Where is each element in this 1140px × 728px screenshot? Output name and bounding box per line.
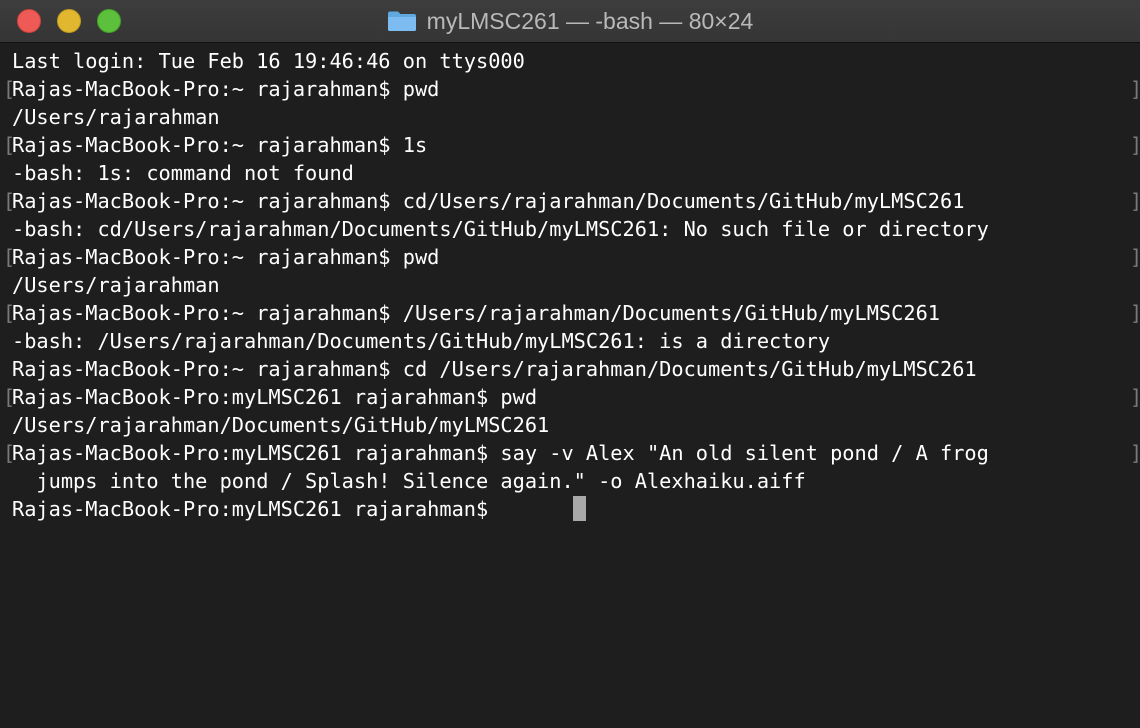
- terminal-line: /Users/rajarahman/Documents/GitHub/myLMS…: [12, 413, 550, 437]
- terminal-line: Rajas-MacBook-Pro:myLMSC261 rajarahman$ …: [12, 385, 538, 409]
- terminal-line: Rajas-MacBook-Pro:~ rajarahman$ /Users/r…: [12, 301, 940, 325]
- terminal-line: Rajas-MacBook-Pro:~ rajarahman$ 1s: [12, 133, 428, 157]
- terminal-line: Rajas-MacBook-Pro:~ rajarahman$ cd/Users…: [12, 189, 965, 213]
- zoom-button[interactable]: [97, 9, 121, 33]
- close-button[interactable]: [17, 9, 41, 33]
- line-mark-right: ]: [1130, 75, 1140, 103]
- line-mark-right: ]: [1130, 383, 1140, 411]
- line-mark-right: ]: [1130, 439, 1140, 467]
- terminal-line: -bash: /Users/rajarahman/Documents/GitHu…: [12, 329, 831, 353]
- terminal-line: Rajas-MacBook-Pro:~ rajarahman$ cd /User…: [12, 357, 977, 381]
- terminal-line: -bash: cd/Users/rajarahman/Documents/Git…: [12, 217, 989, 241]
- terminal-content[interactable]: Last login: Tue Feb 16 19:46:46 on ttys0…: [0, 43, 1140, 728]
- minimize-button[interactable]: [57, 9, 81, 33]
- line-mark-right: ]: [1130, 299, 1140, 327]
- text-cursor: [573, 496, 586, 521]
- terminal-line: -bash: 1s: command not found: [12, 161, 354, 185]
- title-bar[interactable]: myLMSC261 — -bash — 80×24: [0, 0, 1140, 43]
- terminal-line: /Users/rajarahman: [12, 105, 220, 129]
- line-mark-right: ]: [1130, 243, 1140, 271]
- line-mark-right: ]: [1130, 187, 1140, 215]
- terminal-line: Rajas-MacBook-Pro:myLMSC261 rajarahman$ …: [12, 441, 989, 465]
- folder-icon: [387, 11, 416, 31]
- line-mark-right: ]: [1130, 131, 1140, 159]
- terminal-window: myLMSC261 — -bash — 80×24 Last login: Tu…: [0, 0, 1140, 728]
- terminal-line: jumps into the pond / Splash! Silence ag…: [12, 469, 806, 493]
- terminal-line: Last login: Tue Feb 16 19:46:46 on ttys0…: [12, 49, 525, 73]
- terminal-line: Rajas-MacBook-Pro:~ rajarahman$ pwd: [12, 77, 440, 101]
- window-title-area: myLMSC261 — -bash — 80×24: [0, 0, 1140, 42]
- terminal-line: Rajas-MacBook-Pro:~ rajarahman$ pwd: [12, 245, 440, 269]
- terminal-prompt: Rajas-MacBook-Pro:myLMSC261 rajarahman$: [12, 497, 501, 521]
- window-title: myLMSC261 — -bash — 80×24: [426, 7, 754, 34]
- terminal-line: /Users/rajarahman: [12, 273, 220, 297]
